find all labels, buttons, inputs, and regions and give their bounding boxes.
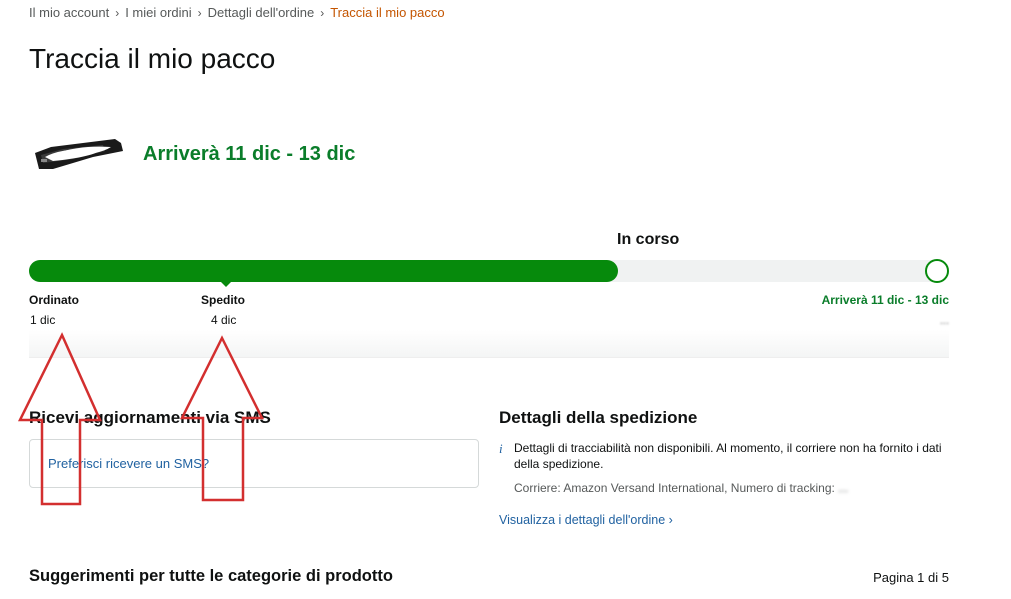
step-arrival-address: ...: [939, 315, 949, 327]
progress-marker: [220, 281, 232, 287]
step-shipped: Spedito 4 dic: [201, 293, 245, 327]
page-counter: Pagina 1 di 5: [873, 570, 949, 585]
section-divider: [29, 330, 949, 358]
carrier-label: Corriere: Amazon Versand International, …: [514, 481, 839, 495]
step-arrival: Arriverà 11 dic - 13 dic ...: [822, 293, 949, 327]
status-label: In corso: [617, 231, 680, 248]
breadcrumb-order-details[interactable]: Dettagli dell'ordine: [208, 5, 315, 20]
suggestions-heading: Suggerimenti per tutte le categorie di p…: [29, 567, 393, 585]
breadcrumb-current: Traccia il mio pacco: [330, 5, 445, 20]
breadcrumb-my-account[interactable]: Il mio account: [29, 5, 109, 20]
step-ordered-label: Ordinato: [29, 293, 79, 307]
view-order-details-link[interactable]: Visualizza i dettagli dell'ordine ›: [499, 513, 673, 527]
sms-link[interactable]: Preferisci ricevere un SMS?: [48, 456, 209, 471]
step-arrival-label: Arriverà 11 dic - 13 dic: [821, 293, 949, 307]
breadcrumb: Il mio account › I miei ordini › Dettagl…: [29, 5, 445, 20]
sms-box: Preferisci ricevere un SMS?: [29, 439, 479, 488]
progress-track: [29, 260, 949, 282]
destination-circle-icon: [925, 259, 949, 283]
carrier-info: Corriere: Amazon Versand International, …: [514, 481, 848, 495]
breadcrumb-separator: ›: [320, 5, 325, 20]
product-thumbnail[interactable]: [33, 133, 125, 178]
arrival-headline: Arriverà 11 dic - 13 dic: [143, 143, 356, 165]
breadcrumb-my-orders[interactable]: I miei ordini: [125, 5, 191, 20]
progress-fill: [29, 260, 618, 282]
step-shipped-date: 4 dic: [211, 313, 237, 327]
step-ordered-date: 1 dic: [30, 313, 56, 327]
sms-heading: Ricevi aggiornamenti via SMS: [29, 408, 271, 427]
step-ordered: Ordinato 1 dic: [29, 293, 79, 327]
page-title: Traccia il mio pacco: [29, 43, 276, 74]
shipment-heading: Dettagli della spedizione: [499, 408, 698, 427]
info-icon: i: [499, 441, 503, 456]
step-shipped-label: Spedito: [201, 293, 245, 307]
breadcrumb-separator: ›: [197, 5, 202, 20]
tracking-number-masked: ...: [838, 481, 849, 495]
shipment-info-text: Dettagli di tracciabilità non disponibil…: [514, 441, 942, 471]
breadcrumb-separator: ›: [115, 5, 120, 20]
